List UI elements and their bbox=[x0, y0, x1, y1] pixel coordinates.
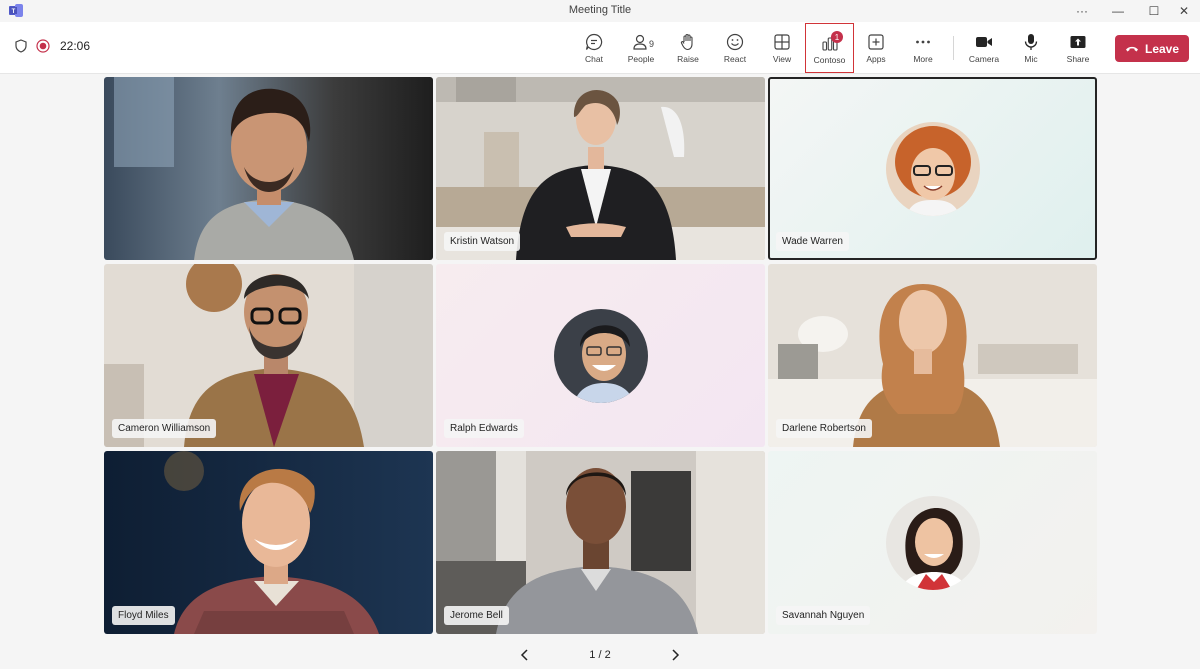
people-count: 9 bbox=[649, 39, 655, 49]
chevron-left-icon[interactable] bbox=[518, 648, 532, 662]
apps-button[interactable]: Apps bbox=[852, 27, 900, 69]
participant-avatar bbox=[885, 495, 980, 590]
more-button[interactable]: More bbox=[899, 27, 947, 69]
people-label: People bbox=[627, 54, 655, 64]
microphone-icon bbox=[1024, 34, 1038, 50]
participant-video-tile[interactable]: Kristin Watson bbox=[436, 77, 765, 260]
participant-name-tag: Jerome Bell bbox=[444, 606, 509, 625]
notification-badge: 1 bbox=[831, 31, 843, 43]
page-indicator: 1 / 2 bbox=[589, 649, 611, 661]
shield-icon[interactable] bbox=[14, 39, 28, 53]
participant-avatar-tile[interactable]: Ralph Edwards bbox=[436, 264, 765, 447]
share-screen-icon bbox=[1070, 36, 1086, 48]
minimize-button[interactable]: — bbox=[1100, 0, 1136, 22]
meeting-status: 22:06 bbox=[14, 39, 90, 53]
video-grid: Kristin Watson Wade Warren Cameron Willi… bbox=[104, 77, 1097, 635]
participant-video bbox=[104, 77, 433, 260]
participant-name-tag: Savannah Nguyen bbox=[776, 606, 871, 625]
mic-label: Mic bbox=[1024, 54, 1038, 64]
toolbar-divider bbox=[953, 36, 954, 60]
people-icon bbox=[633, 34, 647, 50]
raise-hand-icon bbox=[680, 33, 693, 51]
camera-icon bbox=[976, 37, 992, 47]
chat-button[interactable]: Chat bbox=[570, 27, 618, 69]
title-bar: T Meeting Title ··· — ☐ ✕ bbox=[0, 0, 1200, 22]
view-button[interactable]: View bbox=[758, 27, 806, 69]
add-apps-icon bbox=[868, 34, 884, 50]
participant-name-tag: Wade Warren bbox=[776, 232, 849, 251]
raise-label: Raise bbox=[677, 54, 699, 64]
meeting-toolbar: 22:06 Chat 9 People Raise React View 1 C… bbox=[0, 22, 1200, 74]
more-dots-icon bbox=[916, 40, 930, 44]
more-label: More bbox=[913, 54, 933, 64]
participant-name-tag: Ralph Edwards bbox=[444, 419, 524, 438]
chevron-right-icon[interactable] bbox=[668, 648, 682, 662]
raise-hand-button[interactable]: Raise bbox=[664, 27, 712, 69]
participant-video-tile[interactable]: Jerome Bell bbox=[436, 451, 765, 634]
grid-view-icon bbox=[774, 34, 790, 50]
hang-up-icon bbox=[1125, 46, 1138, 51]
participant-name-tag: Kristin Watson bbox=[444, 232, 521, 251]
camera-label: Camera bbox=[968, 54, 1000, 64]
emoji-smile-icon bbox=[726, 33, 744, 51]
share-label: Share bbox=[1066, 54, 1090, 64]
recording-icon bbox=[36, 39, 50, 53]
react-label: React bbox=[723, 54, 747, 64]
contoso-label: Contoso bbox=[813, 55, 846, 65]
participant-video-tile[interactable]: Cameron Williamson bbox=[104, 264, 433, 447]
window-title: Meeting Title bbox=[568, 4, 632, 16]
mic-button[interactable]: Mic bbox=[1007, 27, 1055, 69]
contoso-app-button[interactable]: 1 Contoso bbox=[805, 23, 854, 73]
people-button[interactable]: 9 People bbox=[617, 27, 665, 69]
participant-avatar-tile[interactable]: Savannah Nguyen bbox=[768, 451, 1097, 634]
apps-label: Apps bbox=[866, 54, 886, 64]
participant-avatar bbox=[553, 308, 648, 403]
pagination: 1 / 2 bbox=[0, 646, 1200, 664]
close-window-button[interactable]: ✕ bbox=[1166, 0, 1200, 22]
participant-name-tag: Cameron Williamson bbox=[112, 419, 217, 438]
chat-icon bbox=[585, 33, 603, 51]
participant-video-tile[interactable]: Darlene Robertson bbox=[768, 264, 1097, 447]
participant-video-tile[interactable]: Floyd Miles bbox=[104, 451, 433, 634]
camera-button[interactable]: Camera bbox=[960, 27, 1008, 69]
react-button[interactable]: React bbox=[711, 27, 759, 69]
chat-label: Chat bbox=[585, 54, 603, 64]
meeting-timer: 22:06 bbox=[60, 39, 91, 53]
leave-label: Leave bbox=[1144, 41, 1180, 56]
view-label: View bbox=[772, 54, 792, 64]
participant-avatar-tile[interactable]: Wade Warren bbox=[768, 77, 1097, 260]
participant-name-tag: Darlene Robertson bbox=[776, 419, 872, 438]
share-button[interactable]: Share bbox=[1054, 27, 1102, 69]
leave-button[interactable]: Leave bbox=[1115, 35, 1189, 62]
window-more-button[interactable]: ··· bbox=[1064, 0, 1100, 22]
participant-name-tag: Floyd Miles bbox=[112, 606, 175, 625]
participant-video-tile[interactable] bbox=[104, 77, 433, 260]
participant-avatar bbox=[885, 121, 980, 216]
